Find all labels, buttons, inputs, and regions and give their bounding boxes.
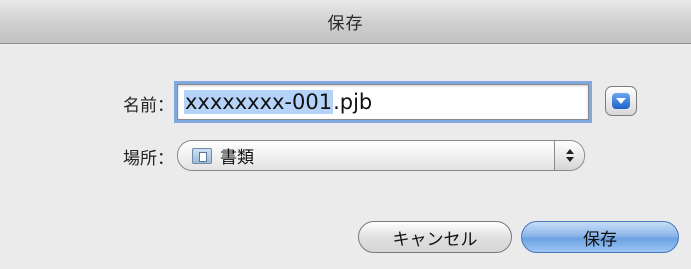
filename-input[interactable]: xxxxxxxx-001 .pjb [177,84,589,120]
save-button[interactable]: 保存 [521,221,679,253]
location-value: 書類 [220,148,254,168]
where-label: 場所： [123,149,174,169]
window-title: 保存 [327,14,364,34]
chevron-down-icon [612,93,630,109]
location-popup[interactable]: 書類 [177,140,585,171]
cancel-button[interactable]: キャンセル [358,221,512,253]
filename-selected-text: xxxxxxxx-001 [184,90,334,114]
title-bar: 保存 [0,0,691,44]
filename-extension: .pjb [333,90,373,114]
popup-arrows-icon [554,141,584,170]
name-label: 名前： [123,96,174,116]
expand-dialog-button[interactable] [605,86,637,116]
folder-icon [192,147,212,164]
